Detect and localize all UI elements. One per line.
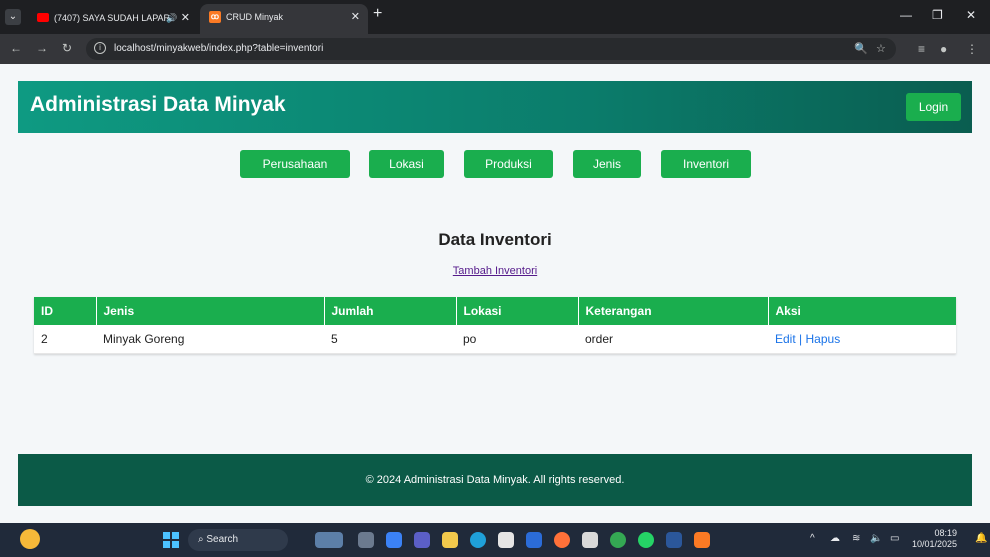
battery-icon[interactable]: ▭ [890,533,899,544]
xampp-taskbar-icon[interactable] [694,532,710,548]
notification-bell-icon[interactable]: 🔔 [975,533,987,544]
minimize-icon[interactable]: — [900,8,912,22]
browser-toolbar: ← → ↻ i localhost/minyakweb/index.php?ta… [0,34,990,64]
nav-lokasi[interactable]: Lokasi [369,150,444,178]
cell-lokasi: po [456,325,578,354]
nav-jenis[interactable]: Jenis [573,150,641,178]
cell-id: 2 [34,325,96,354]
browser-tabstrip: ⌄ (7407) SAYA SUDAH LAPAR 🔊 ✕ ꝏ CRUD Min… [0,0,990,34]
address-bar[interactable]: i localhost/minyakweb/index.php?table=in… [86,38,896,60]
clock-date: 10/01/2025 [912,539,958,549]
bookmark-star-icon[interactable]: ☆ [876,42,886,55]
add-inventori-link: Tambah Inventori [0,265,990,277]
nav-inventori[interactable]: Inventori [661,150,751,178]
store-icon[interactable] [498,532,514,548]
onedrive-icon[interactable]: ☁ [830,533,840,544]
inventori-table: ID Jenis Jumlah Lokasi Keterangan Aksi 2… [34,297,956,354]
chrome-icon[interactable] [610,532,626,548]
close-icon[interactable]: ✕ [181,6,190,30]
forward-icon[interactable]: → [36,41,48,55]
page-title: Administrasi Data Minyak [30,93,286,116]
copilot-icon[interactable] [386,532,402,548]
column-header-aksi: Aksi [768,297,956,325]
search-label: Search [206,534,239,545]
close-icon[interactable]: ✕ [351,4,360,30]
reading-list-icon[interactable]: ≡ [918,42,925,56]
taskbar-clock[interactable]: 08:19 10/01/2025 [912,528,957,550]
clock-time: 08:19 [934,528,958,538]
nav-perusahaan[interactable]: Perusahaan [240,150,350,178]
wifi-icon[interactable]: ≋ [852,533,860,544]
site-footer: © 2024 Administrasi Data Minyak. All rig… [18,454,972,506]
xampp-icon: ꝏ [209,11,221,23]
chevron-up-icon[interactable]: ^ [810,533,815,544]
firefox-icon[interactable] [554,532,570,548]
teams-icon[interactable] [414,532,430,548]
tab-title: CRUD Minyak [226,12,284,22]
tab-title: (7407) SAYA SUDAH LAPAR [54,13,171,23]
site-info-icon[interactable]: i [94,42,106,54]
column-header-jenis: Jenis [96,297,325,325]
file-explorer-icon[interactable] [442,532,458,548]
column-header-lokasi: Lokasi [456,297,579,325]
section-title: Data Inventori [438,230,552,249]
youtube-icon [37,13,49,22]
site-header: Administrasi Data Minyak Login [18,81,972,133]
speaker-icon[interactable]: 🔊 [166,6,177,30]
url-text[interactable]: localhost/minyakweb/index.php?table=inve… [114,43,323,54]
restore-icon[interactable]: ❐ [932,8,943,22]
windows-taskbar: ⌕ Search ^ ☁ ≋ 🔈 ▭ 08:19 10/01/2025 🔔 [0,523,990,557]
edit-link[interactable]: Edit [775,332,796,346]
windows-start-icon[interactable] [163,532,179,548]
back-icon[interactable]: ← [10,41,22,55]
amazon-icon[interactable] [582,532,598,548]
whatsapp-icon[interactable] [638,532,654,548]
column-header-keterangan: Keterangan [578,297,769,325]
tab-youtube[interactable]: (7407) SAYA SUDAH LAPAR 🔊 ✕ [28,6,198,30]
column-header-id: ID [34,297,97,325]
weather-icon[interactable] [315,532,343,548]
taskbar-search[interactable]: ⌕ Search [188,529,288,551]
cell-keterangan: order [578,325,768,354]
tab-search-button[interactable]: ⌄ [5,9,21,25]
cell-jumlah: 5 [324,325,456,354]
volume-icon[interactable]: 🔈 [870,533,882,544]
cell-aksi: Edit | Hapus [768,325,956,354]
column-header-jumlah: Jumlah [324,297,457,325]
task-view-icon[interactable] [358,532,374,548]
tab-crud-minyak[interactable]: ꝏ CRUD Minyak ✕ [200,4,368,34]
reload-icon[interactable]: ↻ [62,41,72,55]
zoom-icon[interactable]: 🔍 [854,42,868,55]
menu-kebab-icon[interactable]: ⋮ [966,42,978,56]
login-button[interactable]: Login [906,93,961,121]
action-separator: | [799,331,803,346]
tambah-inventori-link[interactable]: Tambah Inventori [453,265,537,277]
edge-icon[interactable] [470,532,486,548]
nav-produksi[interactable]: Produksi [464,150,553,178]
new-tab-button[interactable]: + [373,5,382,23]
widgets-icon[interactable] [20,529,40,549]
copyright-text: © 2024 Administrasi Data Minyak. All rig… [365,474,625,486]
word-icon[interactable] [666,532,682,548]
dropbox-icon[interactable] [526,532,542,548]
close-window-icon[interactable]: ✕ [966,8,976,22]
table-header-row: ID Jenis Jumlah Lokasi Keterangan Aksi [34,297,956,325]
table-row: 2 Minyak Goreng 5 po order Edit | Hapus [34,325,956,354]
profile-icon[interactable]: ● [940,42,947,56]
hapus-link[interactable]: Hapus [806,332,841,346]
cell-jenis: Minyak Goreng [96,325,324,354]
